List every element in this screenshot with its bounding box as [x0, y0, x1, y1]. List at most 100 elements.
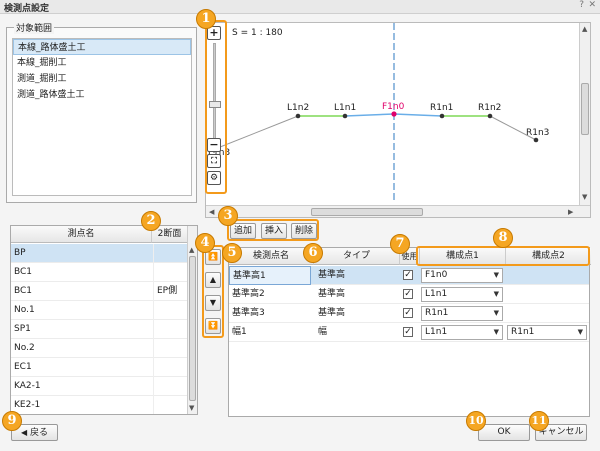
canvas-hscroll-thumb[interactable] [311, 208, 423, 216]
station-name-cell: No.2 [14, 343, 35, 353]
chevron-down-icon[interactable]: ▼ [578, 326, 583, 339]
segment-l1n1-f1n0 [344, 113, 395, 117]
combo-value: R1n1 [425, 308, 449, 318]
point1-combo[interactable]: L1n1 ▼ [421, 325, 503, 340]
inspection-row[interactable]: 基準高3 基準高 ✓ R1n1 ▼ [229, 304, 589, 323]
station-name-cell: EC1 [14, 362, 32, 372]
point-label-r1n3: R1n3 [526, 128, 549, 138]
title-bar: 検測点設定 ? ✕ [0, 0, 600, 14]
callout-7: 7 [390, 234, 410, 254]
station-list: 測点名 2断面 BP BC1 BC1 EP側 No.1 SP1 No.2 EC1 KA2-1 KE… [10, 225, 198, 415]
canvas-vertical-scrollbar[interactable]: ▲ ▼ [579, 23, 590, 205]
callout-1: 1 [196, 9, 216, 29]
scroll-right-arrow[interactable]: ▶ [568, 208, 573, 216]
range-item[interactable]: 測道_路体盛土工 [13, 87, 191, 103]
inspection-name-cell[interactable]: 基準高2 [229, 285, 311, 304]
cross-section-drawing: L1n2 L1n1 F1n0 R1n1 R1n2 R1n3 L1n3 [208, 23, 549, 203]
station-name-cell: BC1 [14, 286, 33, 296]
station-rows: BPBC1BC1EP側No.1SP1No.2EC1KA2-1KE2-1KE2-2 [11, 244, 187, 414]
point-label-r1n1: R1n1 [430, 103, 453, 113]
highlight-zoom-controls [205, 20, 227, 194]
point-r1n1 [439, 113, 445, 119]
point2-combo[interactable]: R1n1 ▼ [507, 325, 587, 340]
combo-value: L1n1 [425, 289, 448, 299]
callout-4: 4 [195, 233, 215, 253]
scroll-down-arrow[interactable]: ▼ [189, 404, 194, 412]
station-section-cell [153, 263, 187, 282]
range-list[interactable]: 本線_路体盛土工 本線_掘削工 測道_掘削工 測道_路体盛土工 [12, 38, 192, 196]
window-title: 検測点設定 [4, 4, 50, 14]
station-row[interactable]: EC1 [11, 358, 187, 377]
inspection-type-cell[interactable]: 基準高 [315, 304, 397, 323]
inspection-row[interactable]: 幅1 幅 ✓ L1n1 ▼ R1n1 ▼ [229, 323, 589, 342]
station-row[interactable]: No.2 [11, 339, 187, 358]
use-checkbox[interactable]: ✓ [403, 270, 413, 280]
station-section-cell [153, 339, 187, 358]
station-section-cell [153, 358, 187, 377]
point-f1n0 [391, 111, 397, 117]
point-l1n2 [295, 113, 301, 119]
point1-combo[interactable]: F1n0 ▼ [421, 268, 503, 283]
chevron-down-icon[interactable]: ▼ [494, 326, 499, 339]
inspection-name-cell[interactable]: 幅1 [229, 323, 311, 342]
callout-5: 5 [222, 243, 242, 263]
close-icon[interactable]: ✕ [588, 0, 596, 10]
use-checkbox[interactable]: ✓ [403, 308, 413, 318]
point1-combo[interactable]: L1n1 ▼ [421, 287, 503, 302]
cross-section-canvas[interactable]: L1n2 L1n1 F1n0 R1n1 R1n2 R1n3 L1n3 S = 1… [205, 22, 591, 218]
use-checkbox[interactable]: ✓ [403, 327, 413, 337]
use-checkbox[interactable]: ✓ [403, 289, 413, 299]
station-row[interactable]: BC1 EP側 [11, 282, 187, 301]
station-name-cell: BC1 [14, 267, 33, 277]
range-item[interactable]: 本線_路体盛土工 [13, 39, 191, 55]
inspection-row[interactable]: 基準高1 基準高 ✓ F1n0 ▼ [229, 266, 589, 285]
scroll-left-arrow[interactable]: ◀ [209, 208, 214, 216]
back-label: 戻る [30, 428, 49, 438]
station-row[interactable]: No.1 [11, 301, 187, 320]
range-group-label: 対象範囲 [14, 21, 55, 34]
station-section-cell [153, 396, 187, 414]
inspection-name-cell[interactable]: 基準高1 [229, 266, 311, 285]
canvas-vscroll-thumb[interactable] [581, 83, 589, 135]
scroll-up-arrow[interactable]: ▲ [582, 25, 587, 33]
callout-6: 6 [303, 243, 323, 263]
inspection-row[interactable]: 基準高2 基準高 ✓ L1n1 ▼ [229, 285, 589, 304]
segment-f1n0-r1n1 [393, 113, 443, 117]
point-label-r1n2: R1n2 [478, 103, 501, 113]
station-section-cell [153, 301, 187, 320]
station-row[interactable]: BC1 [11, 263, 187, 282]
combo-value: R1n1 [511, 327, 535, 337]
scroll-down-arrow[interactable]: ▼ [582, 193, 587, 201]
scroll-up-arrow[interactable]: ▲ [189, 246, 194, 254]
station-row[interactable]: KA2-1 [11, 377, 187, 396]
back-arrow-icon: ◀ [20, 428, 28, 437]
station-section-cell [153, 244, 187, 263]
range-item[interactable]: 測道_掘削工 [13, 71, 191, 87]
grid-header-type[interactable]: タイプ [313, 248, 399, 265]
callout-3: 3 [218, 206, 238, 226]
station-list-header-name[interactable]: 測点名 [11, 226, 151, 243]
inspection-type-cell[interactable]: 基準高 [315, 266, 397, 285]
point-r1n2 [487, 113, 493, 119]
inspection-type-cell[interactable]: 基準高 [315, 285, 397, 304]
chevron-down-icon[interactable]: ▼ [494, 307, 499, 320]
canvas-horizontal-scrollbar[interactable]: ◀ ▶ [206, 205, 590, 217]
range-item[interactable]: 本線_掘削工 [13, 55, 191, 71]
station-row[interactable]: KE2-1 [11, 396, 187, 414]
chevron-down-icon[interactable]: ▼ [494, 269, 499, 282]
inspection-name-cell[interactable]: 基準高3 [229, 304, 311, 323]
point-r1n3 [533, 137, 539, 143]
station-row[interactable]: SP1 [11, 320, 187, 339]
inspection-type-cell[interactable]: 幅 [315, 323, 397, 342]
help-icon[interactable]: ? [579, 0, 584, 10]
station-list-scroll-thumb[interactable] [189, 256, 196, 401]
callout-10: 10 [466, 411, 486, 431]
station-list-scrollbar[interactable]: ▲ ▼ [187, 226, 197, 414]
point-label-l1n2: L1n2 [287, 103, 309, 113]
ok-button[interactable]: OK [478, 424, 530, 441]
station-row[interactable]: BP [11, 244, 187, 263]
station-section-cell [153, 377, 187, 396]
chevron-down-icon[interactable]: ▼ [494, 288, 499, 301]
point-l1n1 [342, 113, 348, 119]
point1-combo[interactable]: R1n1 ▼ [421, 306, 503, 321]
